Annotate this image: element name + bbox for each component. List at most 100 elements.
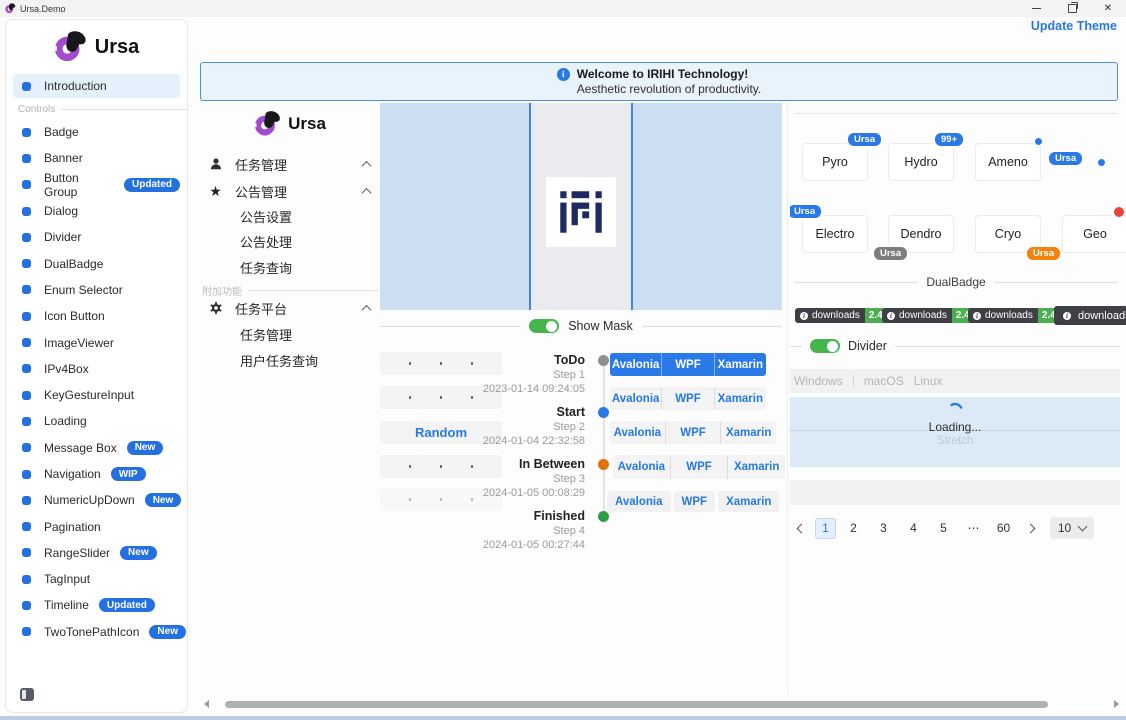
bullet-icon: [22, 82, 31, 91]
sidebar-item-enum-selector[interactable]: Enum Selector: [13, 277, 180, 303]
sidebar-item-navigation[interactable]: NavigationWIP: [13, 461, 180, 487]
ipv4-input[interactable]: [380, 455, 502, 478]
button-avalonia[interactable]: Avalonia: [610, 421, 665, 444]
divider-toggle[interactable]: [810, 339, 840, 353]
chevron-up-icon: [362, 187, 372, 197]
timeline-title: Start: [557, 405, 585, 419]
bullet-icon: [22, 575, 31, 584]
scroll-right-icon[interactable]: [1114, 700, 1119, 708]
sidebar-item-pagination[interactable]: Pagination: [13, 513, 180, 539]
sidebar-item-divider[interactable]: Divider: [13, 224, 180, 250]
ursa-logo-icon: [254, 111, 282, 137]
maximize-icon[interactable]: [1068, 4, 1077, 13]
button-xamarin[interactable]: Xamarin: [714, 353, 766, 376]
button-avalonia[interactable]: Avalonia: [610, 353, 661, 376]
button-xamarin[interactable]: Xamarin: [727, 455, 785, 479]
sidebar-item-banner[interactable]: Banner: [13, 145, 180, 171]
menu-subitem-announcement-settings[interactable]: 公告设置: [240, 204, 292, 228]
irihi-logo: [546, 177, 616, 247]
badge-card-electro: Electro: [802, 215, 868, 253]
button-xamarin[interactable]: Xamarin: [718, 491, 779, 512]
masked-divider-label: Stretch: [790, 435, 1120, 447]
sidebar-item-twotonepathicon[interactable]: TwoTonePathIconNew: [13, 619, 180, 645]
next-page-icon[interactable]: [1021, 518, 1039, 539]
bullet-icon: [22, 233, 31, 242]
bullet-icon: [22, 496, 31, 505]
welcome-banner: i Welcome to IRIHI Technology! Aesthetic…: [200, 62, 1118, 101]
show-mask-toggle[interactable]: [529, 319, 559, 333]
update-theme-button[interactable]: Update Theme: [1031, 19, 1117, 33]
button-xamarin[interactable]: Xamarin: [714, 387, 766, 410]
menu-subitem-task-management[interactable]: 任务管理: [240, 322, 292, 346]
sidebar-item-loading[interactable]: Loading: [13, 408, 180, 434]
page-button-3[interactable]: 3: [871, 518, 896, 539]
bullet-icon: [22, 285, 31, 294]
window-bottom-edge: [0, 716, 1126, 720]
ursa-badge-orange: Ursa: [1025, 245, 1062, 262]
page-button-2[interactable]: 2: [841, 518, 866, 539]
sidebar-item-icon-button[interactable]: Icon Button: [13, 303, 180, 329]
sidebar-item-numericupdown[interactable]: NumericUpDownNew: [13, 487, 180, 513]
os-label-macos: macOS: [864, 374, 904, 388]
dual-badge: idownloads 2.4k: [795, 308, 892, 323]
page-size-select[interactable]: 10: [1050, 517, 1094, 539]
button-wpf[interactable]: WPF: [661, 387, 713, 410]
button-wpf[interactable]: WPF: [674, 491, 716, 512]
sidebar-item-taginput[interactable]: TagInput: [13, 566, 180, 592]
page-button-5[interactable]: 5: [931, 518, 956, 539]
sidebar-item-ipv4box[interactable]: IPv4Box: [13, 356, 180, 382]
button-wpf[interactable]: WPF: [665, 421, 721, 444]
horizontal-scrollbar-thumb[interactable]: [225, 701, 1048, 708]
timeline-date: 2024-01-04 22:32:58: [483, 435, 585, 447]
page-ellipsis[interactable]: ⋯: [961, 518, 986, 539]
button-xamarin[interactable]: Xamarin: [720, 421, 776, 444]
sidebar-item-dialog[interactable]: Dialog: [13, 198, 180, 224]
bullet-icon: [22, 443, 31, 452]
sidebar-item-rangeslider[interactable]: RangeSliderNew: [13, 540, 180, 566]
ipv4-input[interactable]: [380, 352, 502, 375]
scroll-left-icon[interactable]: [204, 700, 209, 708]
ursa-badge-grey: Ursa: [872, 245, 909, 262]
ursa-logo-icon: [54, 31, 88, 63]
menu-subitem-task-query[interactable]: 任务查询: [240, 255, 292, 279]
button-avalonia[interactable]: Avalonia: [610, 387, 661, 410]
menu-subitem-announcement-processing[interactable]: 公告处理: [240, 229, 292, 253]
sidebar-collapse-icon[interactable]: [20, 688, 34, 701]
close-icon[interactable]: ✕: [1104, 4, 1112, 14]
button-wpf[interactable]: WPF: [661, 353, 713, 376]
prev-page-icon[interactable]: [792, 518, 810, 539]
bullet-icon: [22, 522, 31, 531]
dot-badge: [1033, 136, 1044, 147]
button-group-light: Avalonia WPF Xamarin: [610, 421, 776, 444]
button-avalonia[interactable]: Avalonia: [607, 491, 671, 512]
sidebar-item-imageviewer[interactable]: ImageViewer: [13, 329, 180, 355]
sidebar-item-badge[interactable]: Badge: [13, 119, 180, 145]
page-button-4[interactable]: 4: [901, 518, 926, 539]
sidebar-item-dualbadge[interactable]: DualBadge: [13, 250, 180, 276]
sidebar-item-button-group[interactable]: Button GroupUpdated: [13, 172, 180, 198]
menu-item-announcement-management[interactable]: ★ 公告管理: [200, 179, 378, 203]
empty-divider-bar: [790, 480, 1120, 505]
minimize-icon[interactable]: [1032, 8, 1041, 9]
menu-logo-text: Ursa: [288, 114, 326, 134]
status-badge: New: [149, 625, 186, 639]
menu-subitem-user-task-query[interactable]: 用户任务查询: [240, 348, 318, 372]
button-avalonia[interactable]: Avalonia: [613, 455, 670, 479]
status-badge: New: [145, 493, 182, 507]
page-button-60[interactable]: 60: [991, 518, 1016, 539]
timeline-date: 2024-01-05 00:08:29: [483, 487, 585, 499]
sidebar-item-introduction[interactable]: Introduction: [13, 74, 180, 98]
timeline-connector: [603, 363, 605, 521]
button-wpf[interactable]: WPF: [670, 455, 728, 479]
bullet-icon: [22, 207, 31, 216]
timeline-dot-start: [598, 407, 609, 418]
info-icon: i: [1063, 312, 1071, 320]
sidebar-item-timeline[interactable]: TimelineUpdated: [13, 592, 180, 618]
sidebar-item-keygestureinput[interactable]: KeyGestureInput: [13, 382, 180, 408]
menu-item-task-platform[interactable]: 任务平台: [200, 296, 378, 320]
sidebar-item-message-box[interactable]: Message BoxNew: [13, 435, 180, 461]
dot-badge-red: [1112, 205, 1126, 219]
menu-item-task-management[interactable]: 任务管理: [200, 152, 378, 176]
image-viewer[interactable]: [380, 103, 782, 310]
page-button-1[interactable]: 1: [815, 518, 836, 539]
